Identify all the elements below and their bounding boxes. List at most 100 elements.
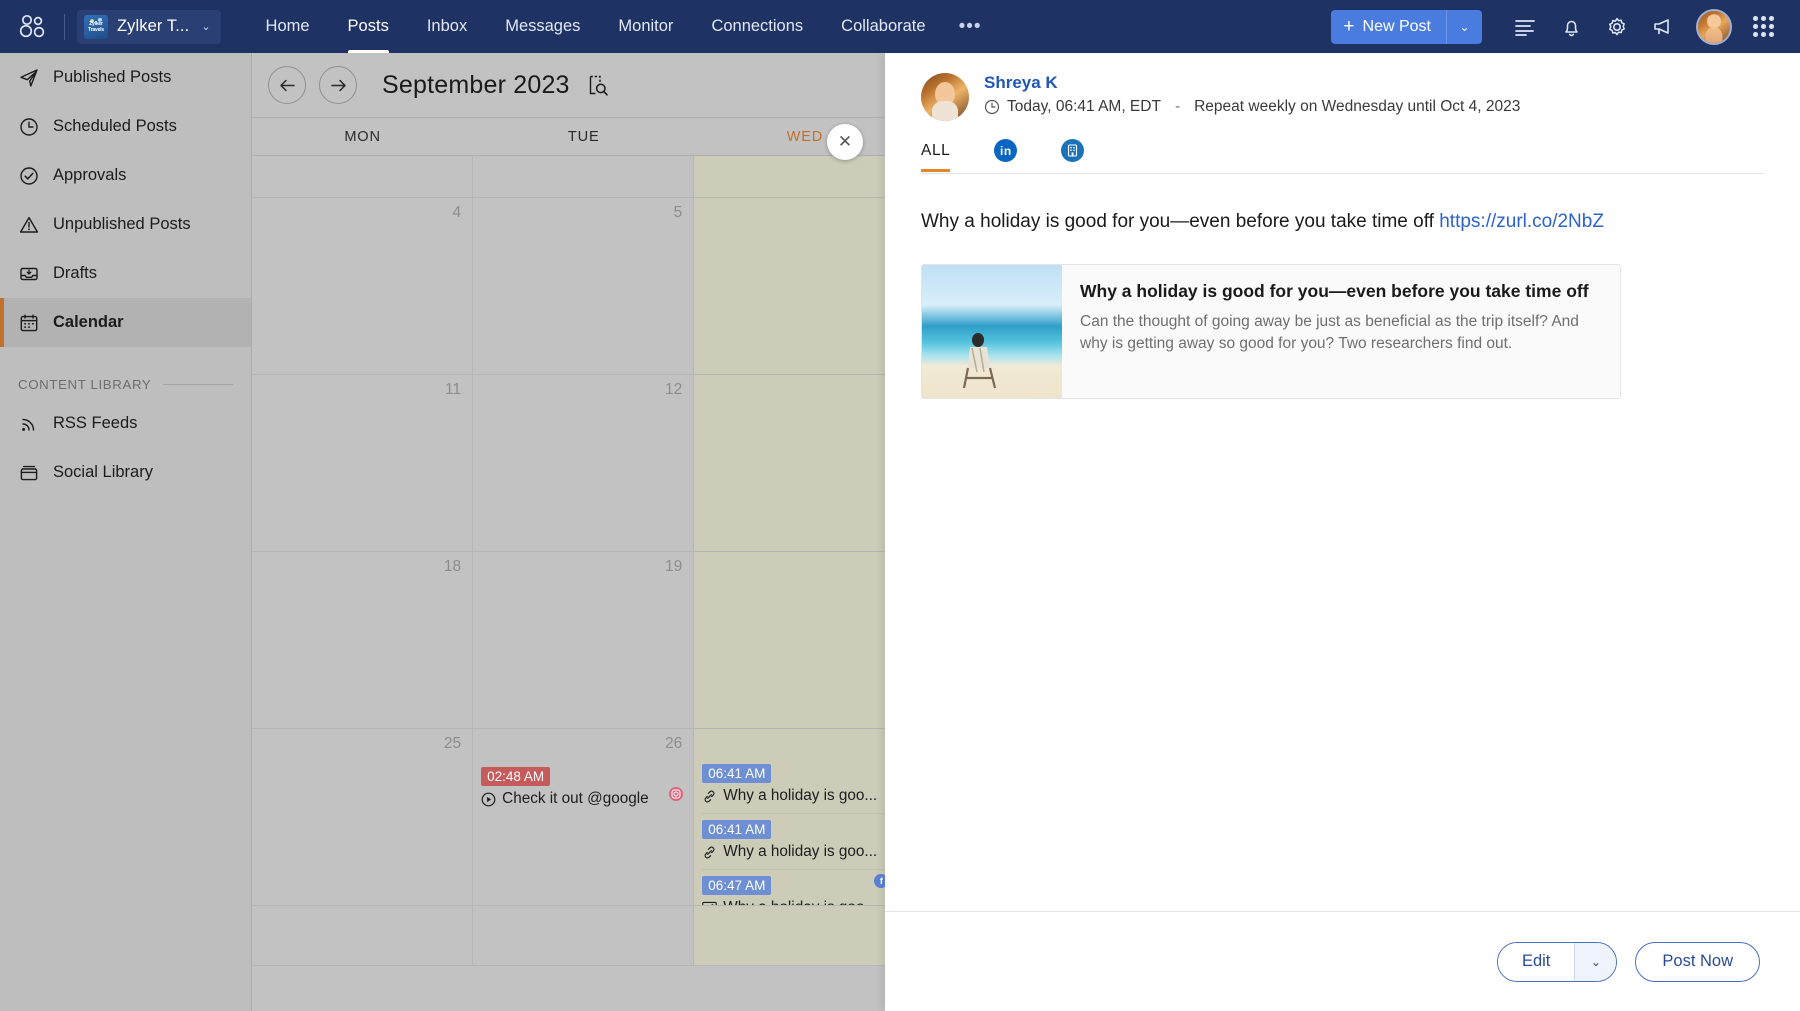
gear-icon[interactable]: [1594, 0, 1640, 53]
link-preview-title: Why a holiday is good for you—even befor…: [1080, 280, 1589, 301]
sidebar-item-published-posts[interactable]: Published Posts: [0, 53, 251, 102]
paper-plane-icon: [18, 67, 39, 88]
event-time: 06:41 AM: [702, 764, 772, 783]
tab-all[interactable]: ALL: [921, 141, 972, 172]
calendar-cell[interactable]: 25: [252, 729, 474, 906]
post-schedule-time: Today, 06:41 AM, EDT: [1007, 98, 1161, 115]
sidebar-item-label: Published Posts: [53, 68, 172, 86]
tab-all-label: ALL: [921, 141, 951, 159]
calendar-cell[interactable]: [473, 156, 695, 198]
calendar-cell[interactable]: 18: [252, 552, 474, 729]
calendar-cell[interactable]: 4: [252, 198, 474, 375]
list-icon[interactable]: [1502, 0, 1548, 53]
post-author-name[interactable]: Shreya K: [984, 73, 1520, 93]
nav-link-posts[interactable]: Posts: [329, 0, 408, 53]
event-title: Why a holiday is goo...: [723, 899, 877, 905]
nav-link-home[interactable]: Home: [247, 0, 329, 53]
close-panel-button[interactable]: ✕: [827, 124, 863, 160]
new-post-label: New Post: [1362, 17, 1431, 35]
sidebar-item-social-library[interactable]: Social Library: [0, 448, 251, 497]
panel-author-row: Shreya K Today, 06:41 AM, EDT - Repeat w…: [921, 73, 1764, 121]
calendar-event[interactable]: 02:48 AM Check it out @google: [481, 761, 685, 816]
bell-icon[interactable]: [1548, 0, 1594, 53]
app-root: Zylker Travels Zylker T... ⌄ Home Posts …: [0, 0, 1800, 1011]
sidebar-item-drafts[interactable]: Drafts: [0, 249, 251, 298]
top-navigation-bar: Zylker Travels Zylker T... ⌄ Home Posts …: [0, 0, 1800, 53]
clock-icon: [984, 99, 1000, 115]
calendar-cell[interactable]: [694, 156, 916, 198]
day-header-mon: MON: [344, 128, 381, 145]
post-schedule-meta: Today, 06:41 AM, EDT - Repeat weekly on …: [984, 98, 1520, 116]
nav-more-icon[interactable]: •••: [945, 0, 996, 53]
calendar-cell[interactable]: 5: [473, 198, 695, 375]
library-box-icon: [18, 462, 39, 483]
link-preview-description: Can the thought of going away be just as…: [1080, 312, 1579, 353]
chevron-down-icon: ⌄: [201, 21, 211, 33]
calendar-event[interactable]: 06:41 AM Why a holiday is goo...: [702, 758, 907, 814]
calendar-cell-26[interactable]: 26 02:48 AM Check it out @google: [473, 729, 695, 906]
nav-link-messages[interactable]: Messages: [486, 0, 599, 53]
org-logo-icon: Zylker Travels: [84, 14, 108, 39]
calendar-cell[interactable]: [694, 906, 916, 966]
post-text: Why a holiday is good for you—even befor…: [921, 208, 1764, 236]
event-time: 06:41 AM: [702, 820, 772, 839]
tab-linkedin-page[interactable]: [1061, 139, 1106, 173]
org-thumb-line2: Travels: [88, 26, 104, 33]
new-post-dropdown-toggle[interactable]: ⌄: [1446, 9, 1482, 44]
sidebar-item-label: Drafts: [53, 264, 98, 282]
divider: [163, 383, 233, 385]
post-link[interactable]: https://zurl.co/2NbZ: [1439, 211, 1604, 232]
calendar-prev-button[interactable]: [268, 66, 306, 104]
linkedin-icon: in: [994, 139, 1018, 162]
post-repeat-rule: Repeat weekly on Wednesday until Oct 4, …: [1194, 98, 1521, 115]
day-number: 26: [665, 735, 683, 752]
apps-grid-icon[interactable]: [1740, 0, 1786, 53]
sidebar-item-unpublished-posts[interactable]: Unpublished Posts: [0, 200, 251, 249]
calendar-cell[interactable]: 19: [473, 552, 695, 729]
calendar-cell[interactable]: 11: [252, 375, 474, 552]
beach-chair-illustration: [962, 332, 997, 388]
calendar-event[interactable]: 06:41 AM Why a holiday is goo...: [702, 814, 907, 870]
nav-link-collaborate[interactable]: Collaborate: [822, 0, 944, 53]
sidebar-section-content-library: CONTENT LIBRARY: [0, 369, 251, 399]
sidebar-item-label: Approvals: [53, 166, 127, 184]
sidebar-item-label: Unpublished Posts: [53, 215, 191, 233]
megaphone-icon[interactable]: [1640, 0, 1686, 53]
org-switcher[interactable]: Zylker Travels Zylker T... ⌄: [77, 9, 221, 44]
calendar-cell[interactable]: 12: [473, 375, 695, 552]
sidebar-item-scheduled-posts[interactable]: Scheduled Posts: [0, 102, 251, 151]
calendar-next-button[interactable]: [319, 66, 357, 104]
tab-linkedin[interactable]: in: [994, 139, 1039, 173]
sidebar-section-label: CONTENT LIBRARY: [18, 376, 152, 392]
calendar-cell[interactable]: 6: [694, 198, 916, 375]
sidebar-item-approvals[interactable]: Approvals: [0, 151, 251, 200]
calendar-icon: [18, 312, 39, 333]
calendar-cell-27[interactable]: 27 06:41 AM Why a holiday is goo... 06:4…: [694, 729, 916, 906]
calendar-cell[interactable]: 13: [694, 375, 916, 552]
calendar-cell[interactable]: [252, 156, 474, 198]
calendar-cell[interactable]: [473, 906, 695, 966]
calendar-event[interactable]: 06:47 AM f ✕ Why a holiday is goo...: [702, 870, 906, 905]
org-name: Zylker T...: [117, 17, 190, 35]
nav-link-monitor[interactable]: Monitor: [599, 0, 692, 53]
clock-icon: [18, 116, 39, 137]
link-preview-image: [922, 264, 1062, 398]
day-header-wed: WED: [786, 128, 824, 145]
link-preview-card[interactable]: Why a holiday is good for you—even befor…: [921, 263, 1621, 399]
edit-dropdown-toggle[interactable]: ⌄: [1574, 942, 1617, 981]
event-title-row: Why a holiday is goo...: [702, 843, 906, 861]
zoho-social-logo-icon[interactable]: [14, 10, 52, 44]
instagram-icon: [669, 787, 684, 801]
avatar[interactable]: [1696, 8, 1732, 45]
nav-link-inbox[interactable]: Inbox: [408, 0, 486, 53]
calendar-cell[interactable]: 20: [694, 552, 916, 729]
post-now-button[interactable]: Post Now: [1635, 941, 1760, 982]
calendar-cell[interactable]: [252, 906, 474, 966]
sidebar-item-calendar[interactable]: Calendar: [0, 298, 251, 347]
new-post-button[interactable]: + New Post: [1331, 9, 1446, 44]
calendar-search-icon[interactable]: [586, 74, 609, 97]
edit-button[interactable]: Edit: [1497, 942, 1575, 981]
day-header-tue: TUE: [567, 128, 600, 145]
nav-link-connections[interactable]: Connections: [692, 0, 822, 53]
sidebar-item-rss-feeds[interactable]: RSS Feeds: [0, 399, 251, 448]
